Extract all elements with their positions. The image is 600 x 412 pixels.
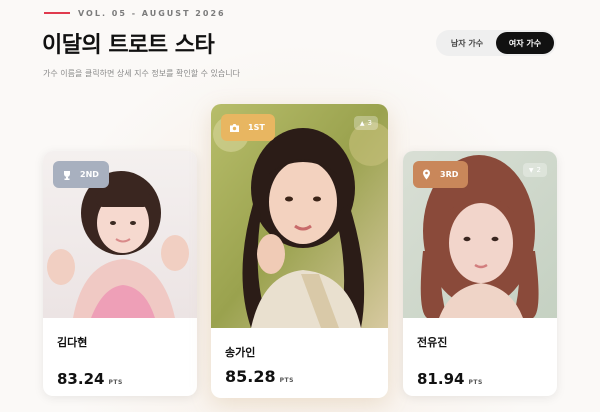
rank-label: 1ST xyxy=(248,123,265,132)
score-value: 81.94 xyxy=(417,370,465,388)
trend-value: 2 xyxy=(536,166,541,174)
issue-text: VOL. 05 - AUGUST 2026 xyxy=(78,8,226,18)
camera-icon xyxy=(229,122,240,133)
trophy-icon xyxy=(61,169,72,180)
score: 85.28 PTS xyxy=(225,367,294,386)
score-unit: PTS xyxy=(468,379,483,386)
toggle-male-singers[interactable]: 남자 가수 xyxy=(438,32,496,54)
score-unit: PTS xyxy=(108,379,123,386)
rank-badge: 2ND xyxy=(53,161,109,188)
score: 83.24 PTS xyxy=(57,370,123,388)
gender-toggle: 남자 가수 여자 가수 xyxy=(436,30,556,56)
arrow-up-icon: ▲ xyxy=(359,119,365,127)
score: 81.94 PTS xyxy=(417,370,483,388)
score-unit: PTS xyxy=(279,377,294,384)
arrow-down-icon: ▼ xyxy=(528,166,534,174)
trend-value: 3 xyxy=(367,119,372,127)
rank-trend: ▲ 3 xyxy=(353,116,378,130)
issue-label: VOL. 05 - AUGUST 2026 xyxy=(44,8,226,18)
score-value: 85.28 xyxy=(225,367,276,386)
page-title: 이달의 트로트 스타 xyxy=(42,33,215,58)
rank-trend: ▼ 2 xyxy=(522,163,547,177)
page-subtitle: 가수 이름을 클릭하면 상세 지수 정보를 확인할 수 있습니다 xyxy=(43,69,240,78)
score-value: 83.24 xyxy=(57,370,105,388)
accent-line xyxy=(44,12,70,14)
singer-card-1st[interactable]: 1ST ▲ 3 송가인 85.28 PTS xyxy=(211,104,388,398)
singer-card-2nd[interactable]: 2ND 김다현 83.24 PTS xyxy=(43,151,197,396)
singer-card-3rd[interactable]: 3RD ▼ 2 전유진 81.94 PTS xyxy=(403,151,557,396)
singer-name[interactable]: 전유진 xyxy=(417,334,447,350)
rank-label: 2ND xyxy=(80,170,99,179)
toggle-female-singers[interactable]: 여자 가수 xyxy=(496,32,554,54)
rank-badge: 1ST xyxy=(221,114,275,141)
singer-name[interactable]: 김다현 xyxy=(57,334,87,350)
rank-badge: 3RD xyxy=(413,161,469,188)
location-pin-icon xyxy=(421,169,432,180)
rank-label: 3RD xyxy=(440,170,459,179)
singer-name[interactable]: 송가인 xyxy=(225,344,255,360)
